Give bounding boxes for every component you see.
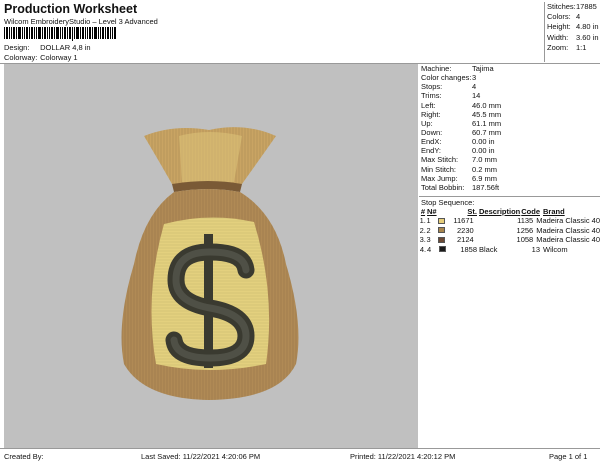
info-row: Left: 46.0 mm	[421, 100, 502, 110]
info-row: Stops: 4	[421, 82, 477, 92]
summary-row: Colors: 4	[547, 12, 581, 22]
design-preview	[4, 64, 418, 448]
thread-code: 13	[531, 244, 540, 254]
stop-index: 4.	[419, 244, 427, 254]
stitch-count: 2230	[457, 225, 474, 235]
info-row: Min Stitch: 0.2 mm	[421, 164, 498, 174]
barcode-image	[4, 27, 116, 41]
software-subtitle: Wilcom EmbroideryStudio – Level 3 Advanc…	[4, 17, 158, 26]
thread-brand: Madeira Classic 40	[536, 216, 600, 226]
info-row: Max Jump: 6.9 mm	[421, 173, 498, 183]
stop-index: 1.	[419, 216, 426, 226]
design-label: Design:	[4, 43, 30, 52]
col-description: Description	[479, 207, 521, 216]
color-swatch	[437, 218, 445, 225]
info-row: EndX: 0.00 in	[421, 137, 495, 147]
worksheet-title: Production Worksheet	[4, 2, 138, 16]
money-bag-embroidery	[121, 127, 299, 400]
stop-sequence-table: # N# St. Description Code Brand 1. 1 11671…	[419, 207, 600, 254]
col-brand: Brand	[543, 207, 565, 216]
thread-description	[476, 235, 515, 244]
info-row: Color changes: 3	[421, 73, 477, 83]
thread-description	[476, 226, 515, 235]
stop-sequence-row: 2. 2 2230 1256 Madeira Classic 40	[419, 226, 600, 235]
summary-row: Stitches: 17885	[547, 2, 597, 11]
page-number: Page 1 of 1	[549, 452, 588, 461]
stitch-count: 11671	[453, 216, 474, 226]
stop-sequence-header: # N# St. Description Code Brand	[419, 207, 600, 216]
col-stitches: St.	[467, 207, 477, 216]
colorway-value: Colorway 1	[40, 53, 78, 62]
thread-brand: Wilcom	[543, 244, 568, 254]
thread-code: 1135	[517, 216, 534, 226]
design-value: DOLLAR 4,8 in	[40, 43, 91, 52]
col-hash: #	[420, 207, 426, 216]
machine-info-table: Machine: Tajima Color changes: 3 Stops: 4 T…	[419, 64, 600, 192]
thread-description	[476, 216, 515, 225]
needle-number: 3	[426, 235, 431, 245]
stitch-summary: Stitches: 17885 Colors: 4 Height: 4.80 in W…	[544, 2, 600, 62]
footer-divider	[0, 448, 600, 449]
info-divider	[419, 196, 600, 197]
thread-brand: Madeira Classic 40	[536, 225, 600, 235]
colorway-row: Colorway: Colorway 1	[4, 53, 78, 62]
summary-row: Zoom: 1:1	[547, 42, 587, 52]
color-swatch	[439, 246, 446, 253]
color-swatch	[437, 236, 445, 243]
info-row: Total Bobbin: 187.56ft	[421, 182, 500, 192]
info-row: Down: 60.7 mm	[421, 127, 502, 137]
needle-number: 1	[426, 216, 431, 226]
stitch-count: 1858	[460, 244, 477, 254]
colorway-label: Colorway:	[4, 53, 38, 62]
created-by: Created By:	[4, 452, 44, 461]
thread-code: 1058	[516, 235, 534, 245]
stitch-count: 2124	[457, 235, 474, 245]
thread-code: 1256	[516, 225, 534, 235]
info-row: EndY: 0.00 in	[421, 146, 495, 156]
design-name-row: Design: DOLLAR 4,8 in	[4, 43, 91, 52]
stop-index: 3.	[419, 235, 426, 245]
stop-sequence-title: Stop Sequence:	[421, 198, 475, 207]
stop-sequence-row: 3. 3 2124 1058 Madeira Classic 40	[419, 235, 600, 244]
stop-sequence-row: 4. 4 1858 Black 13 Wilcom	[419, 245, 600, 254]
info-row: Right: 45.5 mm	[421, 109, 502, 119]
color-swatch	[437, 227, 445, 234]
info-row: Machine: Tajima	[421, 64, 494, 73]
info-row: Trims: 14	[421, 91, 481, 101]
last-saved: Last Saved: 11/22/2021 4:20:06 PM	[141, 452, 261, 461]
thread-brand: Madeira Classic 40	[536, 235, 600, 245]
info-row: Up: 61.1 mm	[421, 118, 502, 128]
stop-sequence-row: 1. 1 11671 1135 Madeira Classic 40	[419, 216, 600, 225]
info-row: Max Stitch: 7.0 mm	[421, 155, 498, 165]
needle-number: 2	[426, 225, 431, 235]
summary-row: Height: 4.80 in	[547, 22, 599, 32]
needle-number: 4	[427, 244, 432, 254]
summary-row: Width: 3.60 in	[547, 32, 599, 42]
stop-index: 2.	[419, 225, 426, 235]
printed-date: Printed: 11/22/2021 4:20:12 PM	[350, 452, 456, 461]
thread-description: Black	[479, 244, 498, 254]
col-code: Code	[521, 207, 540, 216]
col-needle: N#	[427, 207, 437, 216]
